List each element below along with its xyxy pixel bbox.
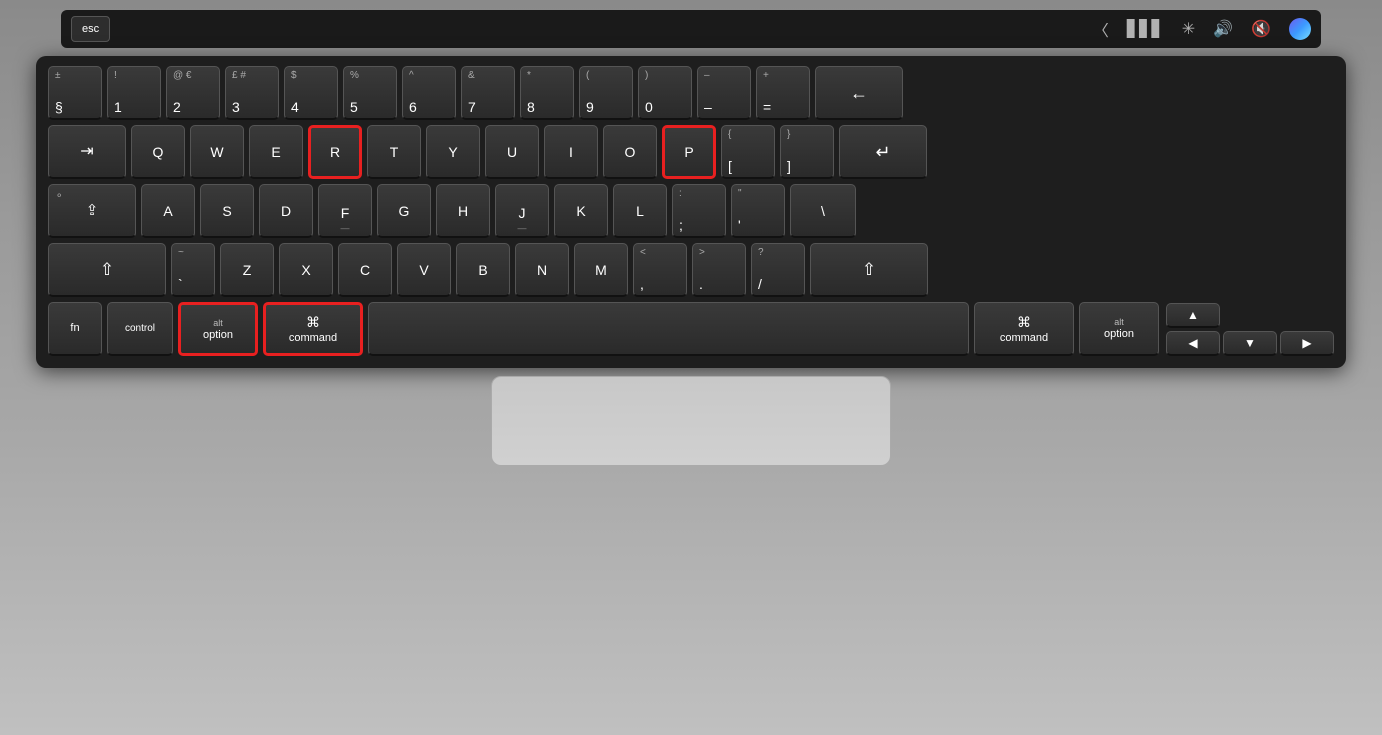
key-2[interactable]: @ € 2 bbox=[166, 66, 220, 120]
key-semicolon[interactable]: : ; bbox=[672, 184, 726, 238]
number-row: ± § ! 1 @ € 2 £ # 3 $ 4 % 5 bbox=[48, 66, 1334, 120]
key-4[interactable]: $ 4 bbox=[284, 66, 338, 120]
key-control[interactable]: control bbox=[107, 302, 173, 356]
key-9[interactable]: ( 9 bbox=[579, 66, 633, 120]
qwerty-row: ⇥ Q W E R T Y U I bbox=[48, 125, 1334, 179]
key-5[interactable]: % 5 bbox=[343, 66, 397, 120]
key-r[interactable]: R bbox=[308, 125, 362, 179]
keyboard-wrapper: esc 〈 ▋▋▋ ✳ 🔊 🔇 ± § ! 1 @ € 2 bbox=[0, 0, 1382, 735]
key-open-bracket[interactable]: { [ bbox=[721, 125, 775, 179]
key-p[interactable]: P bbox=[662, 125, 716, 179]
key-q[interactable]: Q bbox=[131, 125, 185, 179]
key-command-right[interactable]: ⌘ command bbox=[974, 302, 1074, 356]
key-m[interactable]: M bbox=[574, 243, 628, 297]
key-section[interactable]: ± § bbox=[48, 66, 102, 120]
key-period[interactable]: > . bbox=[692, 243, 746, 297]
key-1[interactable]: ! 1 bbox=[107, 66, 161, 120]
siri-waveform-icon: ▋▋▋ bbox=[1127, 19, 1164, 39]
key-i[interactable]: I bbox=[544, 125, 598, 179]
key-e[interactable]: E bbox=[249, 125, 303, 179]
bottom-row: fn control alt option ⌘ command ⌘ comman… bbox=[48, 302, 1334, 356]
key-command-left[interactable]: ⌘ command bbox=[263, 302, 363, 356]
key-0[interactable]: ) 0 bbox=[638, 66, 692, 120]
key-quote[interactable]: " ' bbox=[731, 184, 785, 238]
touch-bar-right: 〈 ▋▋▋ ✳ 🔊 🔇 bbox=[1093, 17, 1311, 41]
key-f[interactable]: — F bbox=[318, 184, 372, 238]
key-7[interactable]: & 7 bbox=[461, 66, 515, 120]
key-d[interactable]: D bbox=[259, 184, 313, 238]
key-close-bracket[interactable]: } ] bbox=[780, 125, 834, 179]
key-u[interactable]: U bbox=[485, 125, 539, 179]
touch-bar-left: esc bbox=[71, 16, 110, 42]
key-g[interactable]: G bbox=[377, 184, 431, 238]
key-space[interactable] bbox=[368, 302, 969, 356]
key-x[interactable]: X bbox=[279, 243, 333, 297]
mute-icon: 🔇 bbox=[1251, 19, 1271, 39]
key-equals[interactable]: + = bbox=[756, 66, 810, 120]
brightness-icon: ✳ bbox=[1182, 19, 1195, 39]
key-arrow-right[interactable]: ▶ bbox=[1280, 331, 1334, 356]
key-n[interactable]: N bbox=[515, 243, 569, 297]
key-caps-lock[interactable]: ⚬ ⇪ bbox=[48, 184, 136, 238]
key-6[interactable]: ^ 6 bbox=[402, 66, 456, 120]
key-8[interactable]: * 8 bbox=[520, 66, 574, 120]
touch-bar: esc 〈 ▋▋▋ ✳ 🔊 🔇 bbox=[61, 10, 1321, 48]
asdf-row: ⚬ ⇪ A S D — F G H — J bbox=[48, 184, 1334, 238]
key-3[interactable]: £ # 3 bbox=[225, 66, 279, 120]
key-tab[interactable]: ⇥ bbox=[48, 125, 126, 179]
volume-icon: 🔊 bbox=[1213, 19, 1233, 39]
key-s[interactable]: S bbox=[200, 184, 254, 238]
key-option-left[interactable]: alt option bbox=[178, 302, 258, 356]
key-backslash[interactable]: \ bbox=[790, 184, 856, 238]
key-backtick[interactable]: ~ ` bbox=[171, 243, 215, 297]
key-arrow-down[interactable]: ▼ bbox=[1223, 331, 1277, 356]
key-c[interactable]: C bbox=[338, 243, 392, 297]
trackpad[interactable] bbox=[491, 376, 891, 466]
key-return[interactable]: ↵ bbox=[839, 125, 927, 179]
key-delete[interactable]: ← bbox=[815, 66, 903, 120]
key-option-right[interactable]: alt option bbox=[1079, 302, 1159, 356]
key-h[interactable]: H bbox=[436, 184, 490, 238]
key-o[interactable]: O bbox=[603, 125, 657, 179]
key-a[interactable]: A bbox=[141, 184, 195, 238]
key-fn[interactable]: fn bbox=[48, 302, 102, 356]
key-b[interactable]: B bbox=[456, 243, 510, 297]
key-minus[interactable]: – – bbox=[697, 66, 751, 120]
key-slash[interactable]: ? / bbox=[751, 243, 805, 297]
key-j[interactable]: — J bbox=[495, 184, 549, 238]
key-arrow-up[interactable]: ▲ bbox=[1166, 303, 1220, 328]
key-shift-left[interactable]: ⇧ bbox=[48, 243, 166, 297]
key-k[interactable]: K bbox=[554, 184, 608, 238]
zxcv-row: ⇧ ~ ` Z X C V B N bbox=[48, 243, 1334, 297]
key-v[interactable]: V bbox=[397, 243, 451, 297]
key-w[interactable]: W bbox=[190, 125, 244, 179]
keyboard-body: ± § ! 1 @ € 2 £ # 3 $ 4 % 5 bbox=[36, 56, 1346, 368]
esc-key[interactable]: esc bbox=[71, 16, 110, 42]
siri-icon[interactable] bbox=[1289, 18, 1311, 40]
chevron-left-icon: 〈 bbox=[1093, 17, 1109, 41]
key-t[interactable]: T bbox=[367, 125, 421, 179]
key-l[interactable]: L bbox=[613, 184, 667, 238]
key-arrow-left[interactable]: ◀ bbox=[1166, 331, 1220, 356]
key-z[interactable]: Z bbox=[220, 243, 274, 297]
key-y[interactable]: Y bbox=[426, 125, 480, 179]
key-comma[interactable]: < , bbox=[633, 243, 687, 297]
arrow-cluster: ▲ ◀ ▼ ▶ bbox=[1166, 303, 1334, 356]
key-shift-right[interactable]: ⇧ bbox=[810, 243, 928, 297]
